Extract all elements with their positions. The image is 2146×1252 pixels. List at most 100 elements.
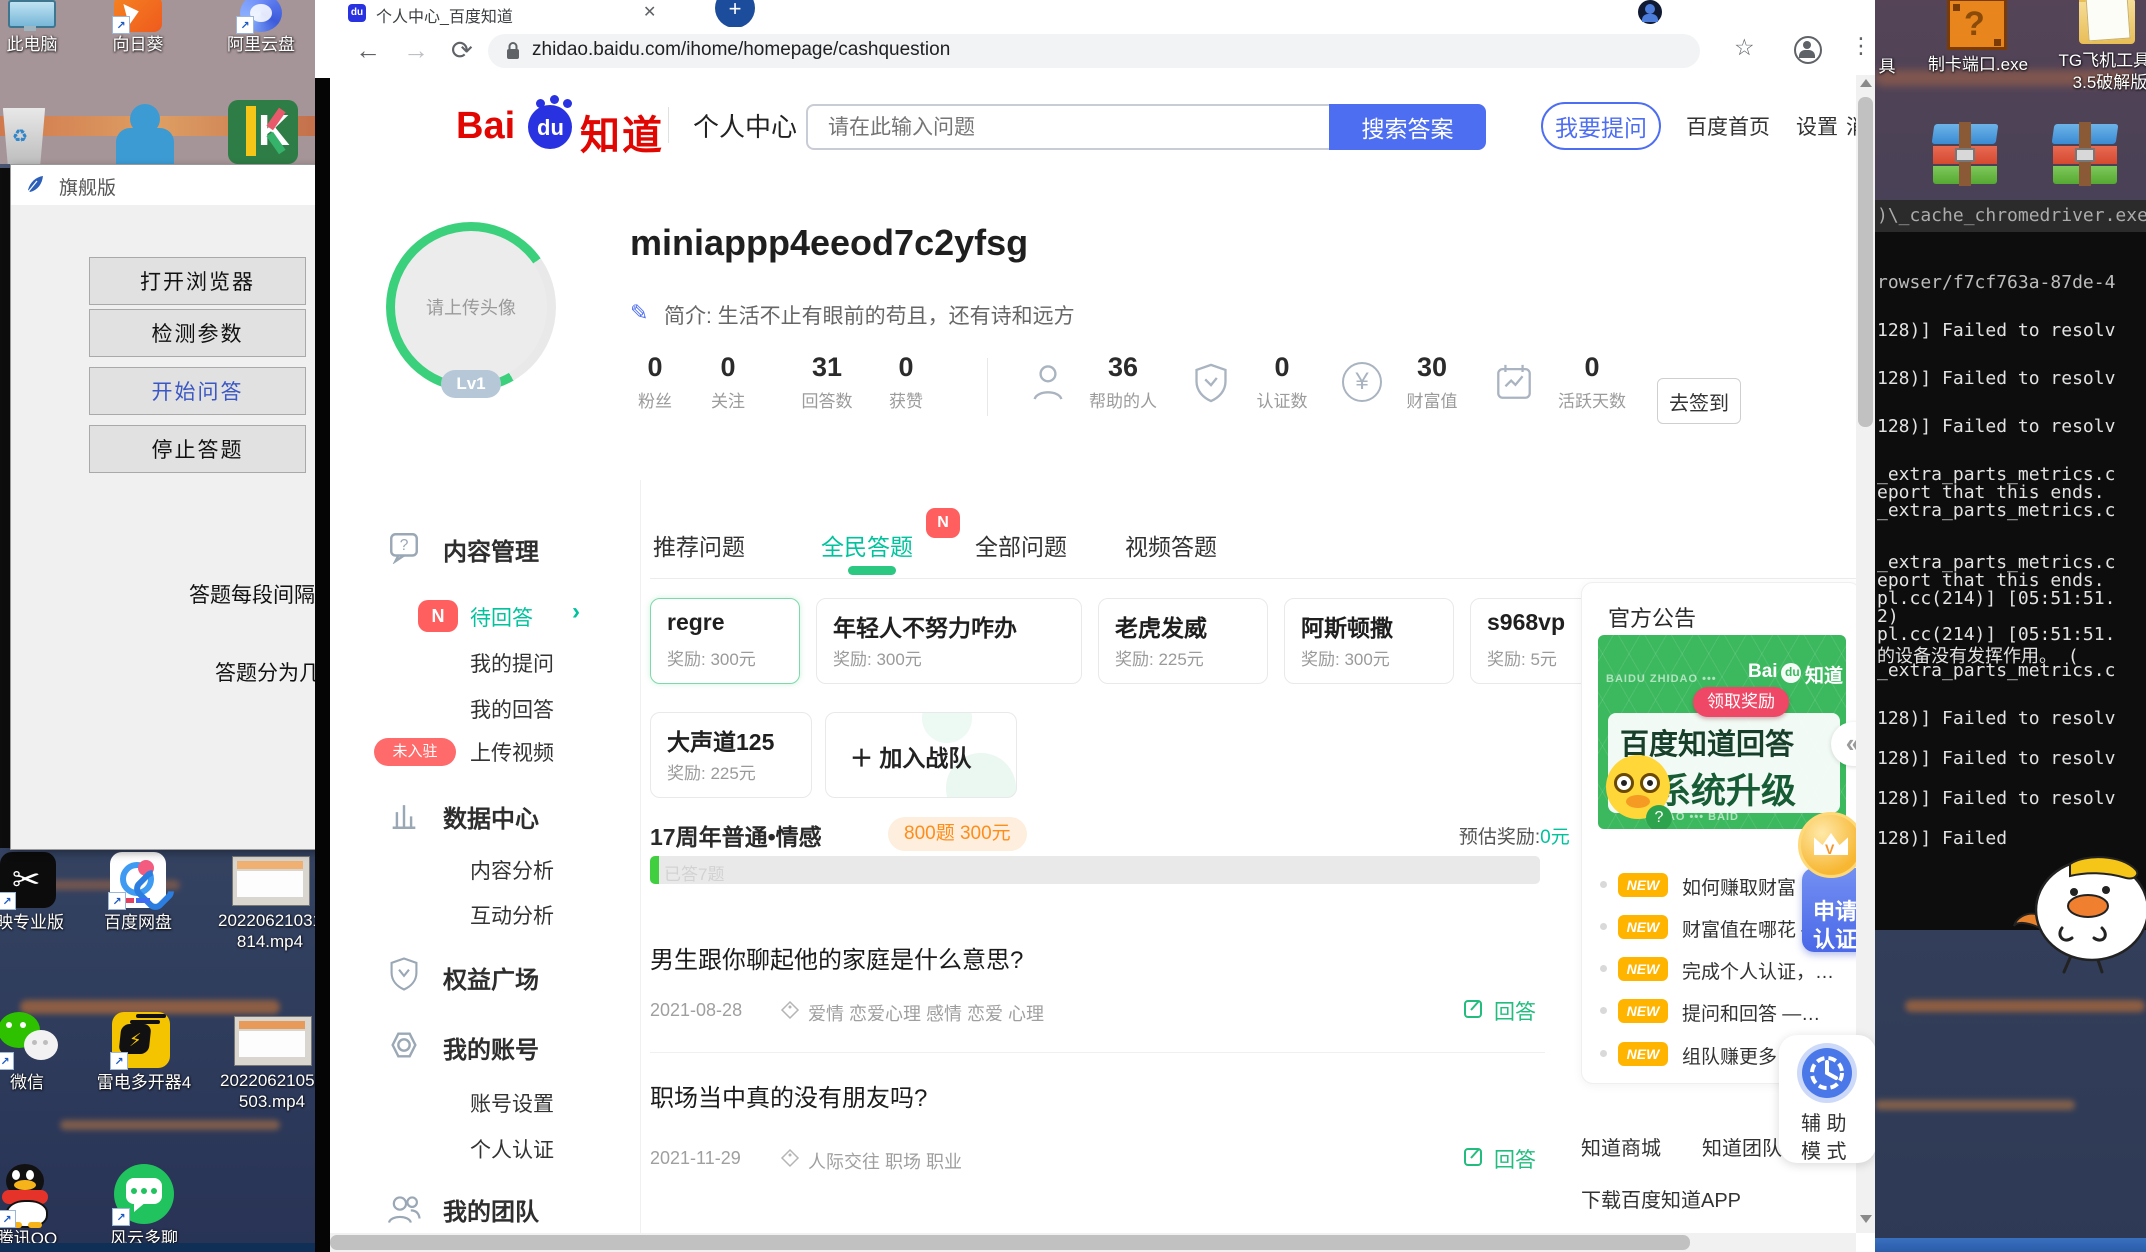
stat-active-days[interactable]: 0 活跃天数: [1542, 352, 1642, 412]
check-params-button[interactable]: 检测参数: [89, 309, 306, 357]
announcement-item[interactable]: NEW 提问和回答 —…: [1598, 997, 1844, 1027]
shortcut-arrow-icon: ↗: [0, 1052, 14, 1070]
scroll-down-arrow-icon[interactable]: [1860, 1215, 1872, 1223]
scroll-up-arrow-icon[interactable]: [1860, 79, 1872, 87]
aliyundrive-icon: ↗: [238, 0, 284, 32]
url-text[interactable]: zhidao.baidu.com/ihome/homepage/cashques…: [532, 39, 950, 61]
stop-answer-button[interactable]: 停止答题: [89, 425, 306, 473]
sidebar-item-my-answers[interactable]: 我的回答: [470, 694, 554, 724]
video-thumbnail: [232, 856, 310, 906]
assist-line2: 模 式: [1801, 1135, 1847, 1164]
cloud-streak: [60, 1120, 280, 1130]
question-tags[interactable]: 人际交往 职场 职业: [808, 1148, 962, 1174]
zhidao-logo[interactable]: Bai du 知道: [456, 97, 686, 153]
tab-active[interactable]: du 个人中心_百度知道 ✕: [338, 0, 668, 27]
reward-ribbon: 领取奖励: [1693, 687, 1789, 717]
question-title[interactable]: 男生跟你聊起他的家庭是什么意思?: [650, 940, 1023, 975]
stat-certs[interactable]: 0 认证数: [1242, 352, 1322, 412]
reload-icon[interactable]: ⟳: [451, 35, 473, 66]
battle-card[interactable]: 老虎发威 奖励: 225元: [1098, 598, 1268, 684]
answer-label: 回答: [1494, 996, 1536, 1026]
sidebar-item-personal-cert[interactable]: 个人认证: [470, 1134, 554, 1164]
recycle-bin-icon[interactable]: ♻: [0, 108, 48, 164]
stat-likes[interactable]: 0 获赞: [878, 352, 934, 412]
battle-card[interactable]: 大声道125 奖励: 225元: [650, 712, 812, 798]
answer-button[interactable]: 回答: [1462, 994, 1552, 1024]
banner-logo: Bai du 知道: [1748, 661, 1844, 687]
assistant-panel-titlebar[interactable]: 旗舰版: [11, 165, 315, 205]
back-icon[interactable]: ←: [355, 35, 381, 66]
stat-answers[interactable]: 31 回答数: [788, 352, 866, 412]
battle-card[interactable]: 阿斯顿撒 奖励: 300元: [1284, 598, 1454, 684]
battle-card-regre[interactable]: regre 奖励: 300元: [650, 598, 800, 684]
search-answer-button[interactable]: 搜索答案: [1329, 104, 1486, 150]
console-titlebar[interactable]: )\_cache_chromedriver.exe: [1875, 200, 2146, 232]
sidebar-item-content-analysis[interactable]: 内容分析: [470, 855, 554, 885]
battle-card[interactable]: 年轻人不努力咋办 奖励: 300元: [816, 598, 1082, 684]
question-tags[interactable]: 爱情 恋爱心理 感情 恋爱 心理: [808, 1000, 1044, 1026]
lock-icon[interactable]: [506, 41, 520, 59]
open-browser-button[interactable]: 打开浏览器: [89, 257, 306, 305]
sidebar-item-interaction-analysis[interactable]: 互动分析: [470, 900, 554, 930]
sidebar-section-team[interactable]: 我的团队: [443, 1192, 539, 1227]
menu-kebab-icon[interactable]: ⋮: [1850, 33, 1872, 59]
avatar-upload-placeholder[interactable]: 请上传头像: [395, 231, 547, 383]
start-answer-button[interactable]: 开始问答: [89, 367, 306, 415]
join-team-button[interactable]: ＋ 加入战队: [825, 712, 1017, 798]
tab-all-questions[interactable]: 全部问题: [975, 528, 1067, 562]
person-shape-icon[interactable]: [112, 104, 178, 164]
desktop-icon-label: TG飞机工具V: [2055, 50, 2146, 71]
link-settings[interactable]: 设置: [1796, 111, 1838, 141]
link-messages[interactable]: 消息: [1846, 111, 1856, 141]
chevron-right-icon[interactable]: ›: [572, 598, 580, 626]
scrollbar-thumb[interactable]: [1858, 97, 1873, 427]
announcement-item[interactable]: NEW 完成个人认证，成..: [1598, 955, 1844, 985]
stat-fans[interactable]: 0 粉丝: [627, 352, 683, 412]
toolbar-avatar-icon[interactable]: [1794, 36, 1822, 64]
sidebar-section-rights[interactable]: 权益广场: [443, 960, 539, 995]
link-baidu-home[interactable]: 百度首页: [1686, 111, 1770, 141]
desktop-icon-label: 阿里云盘: [218, 34, 304, 55]
footer-mall-link[interactable]: 知道商城: [1581, 1132, 1661, 1161]
answer-button[interactable]: 回答: [1462, 1142, 1552, 1172]
footer-team-link[interactable]: 知道团队: [1702, 1132, 1782, 1161]
stat-helped[interactable]: 36 帮助的人: [1078, 352, 1168, 412]
url-bar[interactable]: zhidao.baidu.com/ihome/homepage/cashques…: [488, 34, 1700, 68]
sign-in-button[interactable]: 去签到: [1657, 378, 1741, 424]
stat-wealth[interactable]: 30 财富值: [1392, 352, 1472, 412]
winrar-archive-icon[interactable]: [1933, 122, 1999, 188]
browser-profile-avatar[interactable]: [1638, 0, 1662, 24]
ask-question-button[interactable]: 我要提问: [1541, 102, 1661, 150]
horizontal-scrollbar[interactable]: [330, 1233, 1856, 1252]
tab-close-icon[interactable]: ✕: [643, 2, 656, 22]
sidebar-section-account[interactable]: 我的账号: [443, 1030, 539, 1065]
sidebar-item-my-questions[interactable]: 我的提问: [470, 648, 554, 678]
sidebar-item-upload-video[interactable]: 上传视频: [470, 737, 554, 767]
tab-recommended[interactable]: 推荐问题: [653, 528, 745, 562]
tab-national-answer[interactable]: 全民答题: [821, 528, 913, 562]
sidebar-section-content[interactable]: 内容管理: [443, 532, 539, 567]
winrar-archive-icon[interactable]: [2053, 122, 2119, 188]
sidebar-item-account-settings[interactable]: 账号设置: [470, 1088, 554, 1118]
tab-video-answer[interactable]: 视频答题: [1125, 528, 1217, 562]
bookmark-star-icon[interactable]: ☆: [1734, 34, 1755, 61]
edit-pencil-icon[interactable]: ✎: [630, 300, 648, 326]
scrollbar-thumb[interactable]: [330, 1235, 1690, 1250]
level-text: Lv1: [456, 374, 485, 393]
interval-label: 答题每段间隔时: [189, 579, 315, 609]
battle-card[interactable]: s968vp 奖励: 5元: [1470, 598, 1590, 684]
sidebar-section-data[interactable]: 数据中心: [443, 799, 539, 834]
search-input[interactable]: [826, 110, 1310, 146]
announcement-banner[interactable]: BAIDU ZHIDAO ••• Bai du 知道 百度知道回答 系统升级 领…: [1598, 635, 1846, 829]
forward-icon[interactable]: →: [403, 35, 429, 66]
question-title[interactable]: 职场当中真的没有朋友吗?: [650, 1078, 927, 1113]
desktop-icon-label-partial: 具: [1875, 56, 1899, 77]
stat-follow[interactable]: 0 关注: [700, 352, 756, 412]
console-body[interactable]: rowser/f7cf763a-87de-4 128)] Failed to r…: [1875, 232, 2146, 930]
new-tab-button[interactable]: +: [715, 0, 755, 28]
nav-personal-center[interactable]: 个人中心: [693, 107, 797, 144]
kvn-icon[interactable]: K: [228, 100, 298, 164]
sidebar-item-pending-answer[interactable]: 待回答: [470, 602, 533, 632]
assist-mode-widget[interactable]: 辅 助 模 式: [1779, 1035, 1875, 1163]
download-app-link[interactable]: 下载百度知道APP: [1581, 1184, 1741, 1213]
